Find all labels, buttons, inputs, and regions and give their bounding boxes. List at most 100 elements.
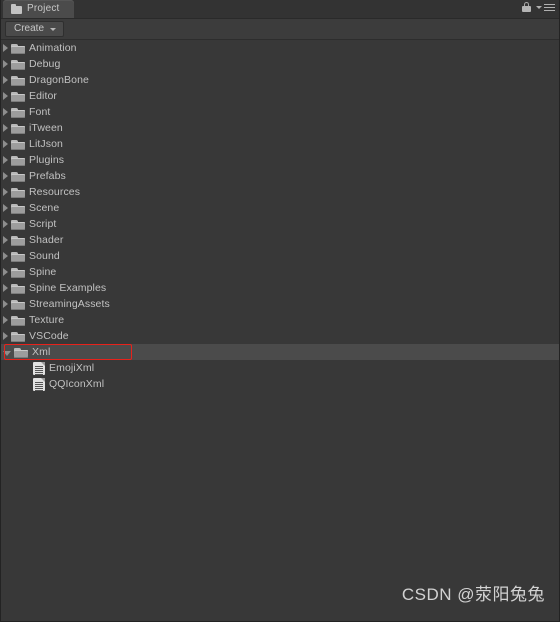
chevron-right-icon[interactable] — [3, 252, 8, 260]
tree-row-label: Prefabs — [29, 170, 66, 182]
folder-icon — [14, 347, 28, 358]
chevron-down-icon[interactable] — [3, 350, 11, 356]
chevron-right-icon[interactable] — [3, 236, 8, 244]
folder-icon — [11, 187, 25, 198]
folder-icon — [11, 283, 25, 294]
window-controls — [522, 2, 555, 13]
create-button[interactable]: Create — [5, 21, 65, 37]
tree-row-label: Shader — [29, 234, 64, 246]
tree-row-folder[interactable]: Debug — [1, 56, 559, 72]
tree-row-label: LitJson — [29, 138, 63, 150]
tree-row-folder[interactable]: DragonBone — [1, 72, 559, 88]
tab-bar: Project — [1, 0, 559, 19]
tree-row-label: StreamingAssets — [29, 298, 110, 310]
tree-row-label: iTween — [29, 122, 63, 134]
folder-icon — [11, 203, 25, 214]
tree-row-folder[interactable]: StreamingAssets — [1, 296, 559, 312]
chevron-right-icon[interactable] — [3, 188, 8, 196]
chevron-right-icon[interactable] — [3, 332, 8, 340]
tree-row-folder[interactable]: Resources — [1, 184, 559, 200]
project-toolbar: Create — [1, 19, 559, 55]
tree-row-folder[interactable]: Xml — [1, 344, 559, 360]
watermark: CSDN @荥阳兔兔 — [401, 585, 545, 604]
tree-row-label: VSCode — [29, 330, 69, 342]
tree-row-label: Resources — [29, 186, 81, 198]
asset-tree[interactable]: Animation Debug DragonBone Editor Font iTween… — [1, 40, 559, 621]
chevron-right-icon[interactable] — [3, 108, 8, 116]
tree-row-folder[interactable]: Sound — [1, 248, 559, 264]
chevron-right-icon[interactable] — [3, 284, 8, 292]
folder-icon — [11, 235, 25, 246]
tree-row-folder[interactable]: Plugins — [1, 152, 559, 168]
folder-icon — [11, 219, 25, 230]
tree-row-folder[interactable]: iTween — [1, 120, 559, 136]
tree-row-label: Debug — [29, 58, 61, 70]
tree-row-folder[interactable]: Animation — [1, 40, 559, 56]
chevron-right-icon[interactable] — [3, 44, 8, 52]
tree-row-folder[interactable]: Scene — [1, 200, 559, 216]
tree-row-folder[interactable]: Font — [1, 104, 559, 120]
folder-icon — [11, 75, 25, 86]
tree-row-label: Xml — [32, 346, 51, 358]
folder-icon — [11, 59, 25, 70]
lock-icon[interactable] — [522, 2, 531, 13]
tree-row-folder[interactable]: Texture — [1, 312, 559, 328]
tree-row-folder[interactable]: LitJson — [1, 136, 559, 152]
chevron-right-icon[interactable] — [3, 204, 8, 212]
tab-project[interactable]: Project — [3, 0, 74, 18]
tree-row-label: Spine Examples — [29, 282, 107, 294]
chevron-right-icon[interactable] — [3, 156, 8, 164]
tree-row-label: Script — [29, 218, 57, 230]
tree-row-label: Texture — [29, 314, 65, 326]
tree-row-folder[interactable]: Script — [1, 216, 559, 232]
tree-row-label: Editor — [29, 90, 58, 102]
create-button-label: Create — [14, 23, 45, 34]
chevron-right-icon[interactable] — [3, 60, 8, 68]
folder-icon — [11, 3, 22, 14]
tree-row-label: Plugins — [29, 154, 65, 166]
tree-row-folder[interactable]: Shader — [1, 232, 559, 248]
hamburger-menu-icon[interactable] — [536, 4, 555, 11]
text-file-icon — [33, 377, 45, 391]
folder-icon — [11, 155, 25, 166]
tree-row-label: QQIconXml — [49, 378, 105, 390]
chevron-right-icon[interactable] — [3, 220, 8, 228]
tree-row-folder[interactable]: Spine Examples — [1, 280, 559, 296]
chevron-right-icon[interactable] — [3, 76, 8, 84]
folder-icon — [11, 315, 25, 326]
tree-row-folder[interactable]: Prefabs — [1, 168, 559, 184]
folder-icon — [11, 139, 25, 150]
tab-project-label: Project — [27, 3, 60, 14]
tree-row-file[interactable]: QQIconXml — [1, 376, 559, 392]
tree-row-folder[interactable]: Spine — [1, 264, 559, 280]
tree-row-label: Animation — [29, 42, 77, 54]
folder-icon — [11, 91, 25, 102]
folder-icon — [11, 171, 25, 182]
tree-row-folder[interactable]: Editor — [1, 88, 559, 104]
tree-row-label: Sound — [29, 250, 60, 262]
folder-icon — [11, 299, 25, 310]
chevron-right-icon[interactable] — [3, 172, 8, 180]
tree-row-folder[interactable]: VSCode — [1, 328, 559, 344]
tree-row-label: Scene — [29, 202, 60, 214]
folder-icon — [11, 251, 25, 262]
tree-row-label: DragonBone — [29, 74, 89, 86]
chevron-right-icon[interactable] — [3, 124, 8, 132]
folder-icon — [11, 123, 25, 134]
chevron-right-icon[interactable] — [3, 268, 8, 276]
folder-icon — [11, 267, 25, 278]
text-file-icon — [33, 361, 45, 375]
chevron-right-icon[interactable] — [3, 92, 8, 100]
chevron-down-icon — [50, 27, 57, 31]
folder-icon — [11, 107, 25, 118]
tree-row-label: EmojiXml — [49, 362, 95, 374]
chevron-right-icon[interactable] — [3, 140, 8, 148]
tree-row-label: Font — [29, 106, 51, 118]
chevron-right-icon[interactable] — [3, 316, 8, 324]
folder-icon — [11, 331, 25, 342]
tree-row-file[interactable]: EmojiXml — [1, 360, 559, 376]
chevron-right-icon[interactable] — [3, 300, 8, 308]
folder-icon — [11, 43, 25, 54]
